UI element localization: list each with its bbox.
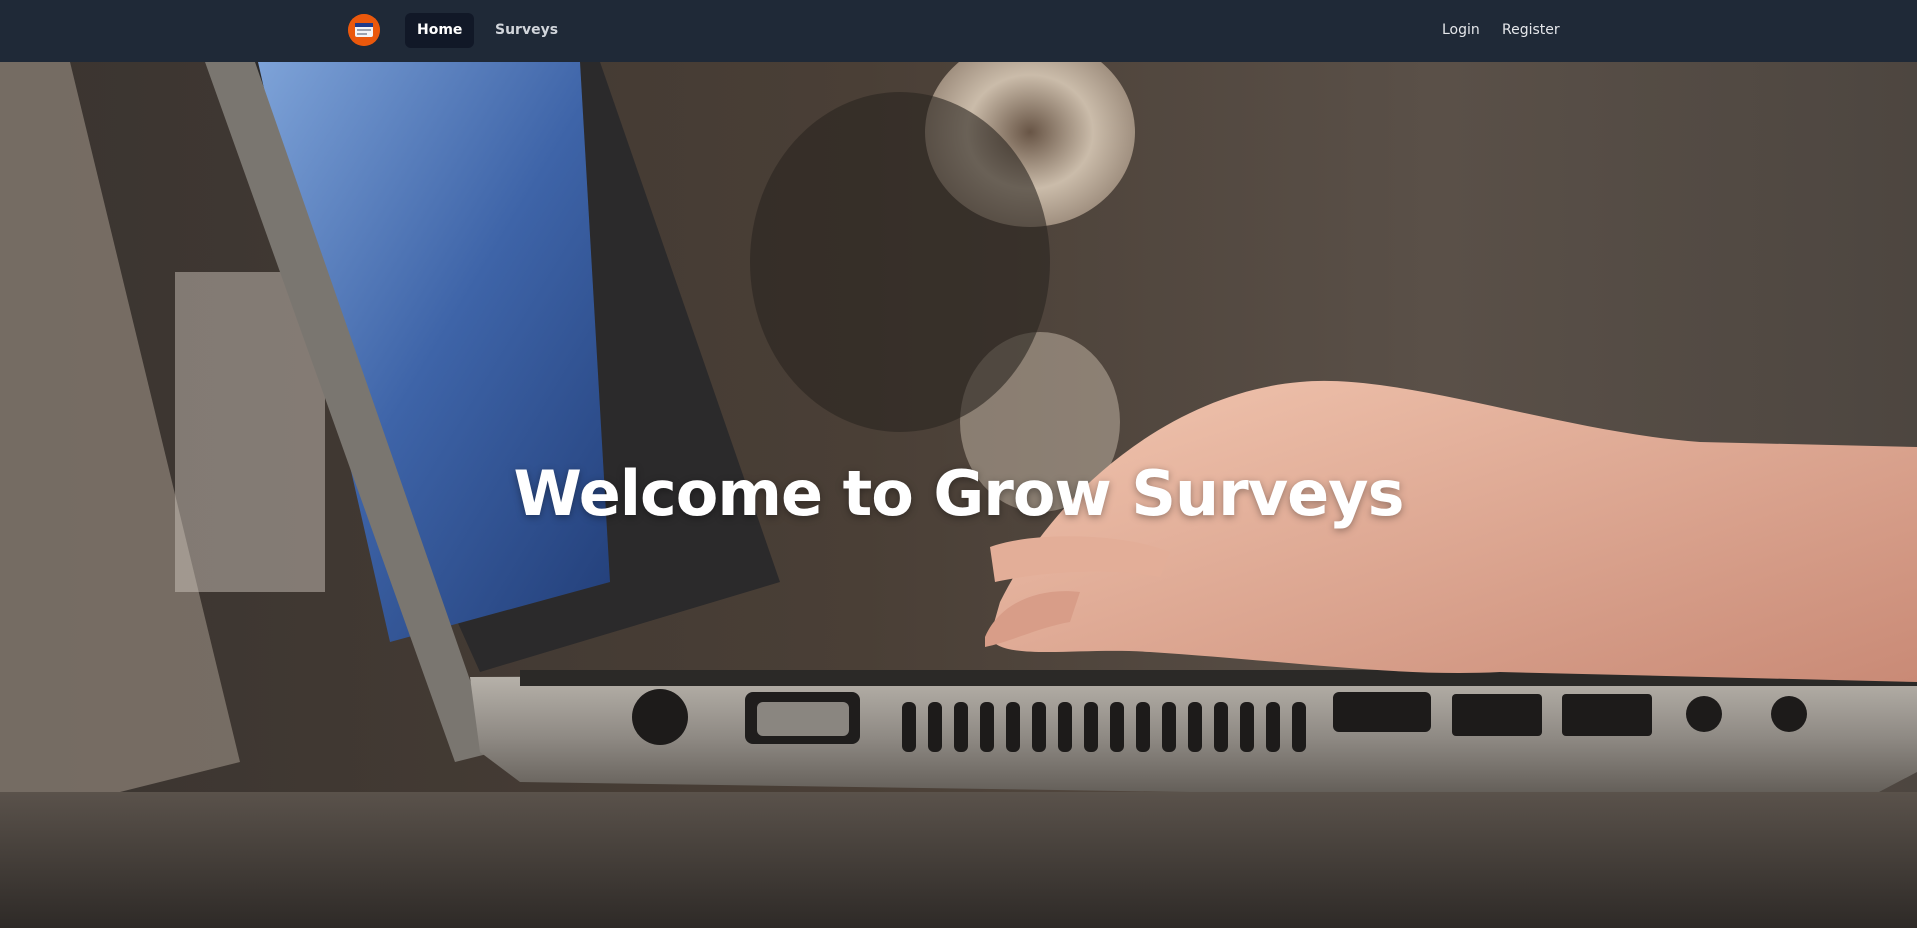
survey-logo-icon[interactable] xyxy=(348,14,380,46)
nav-surveys-link[interactable]: Surveys xyxy=(483,13,570,48)
hero-banner: Welcome to Grow Surveys xyxy=(0,62,1917,928)
nav-home-link[interactable]: Home xyxy=(405,13,475,48)
nav-login-link[interactable]: Login xyxy=(1430,13,1492,48)
top-navbar: Home Surveys Login Register xyxy=(0,0,1917,62)
hero-title: Welcome to Grow Surveys xyxy=(513,457,1405,530)
nav-register-link[interactable]: Register xyxy=(1490,13,1572,48)
